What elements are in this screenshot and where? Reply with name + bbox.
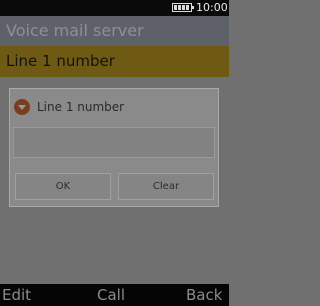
status-bar: 10:00 bbox=[0, 0, 229, 16]
list-item-line-1-number[interactable]: Line 1 number bbox=[0, 46, 229, 77]
clock: 10:00 bbox=[196, 1, 228, 14]
caret-down-icon bbox=[14, 99, 30, 115]
battery-icon bbox=[172, 3, 194, 12]
header: Voice mail server bbox=[0, 16, 229, 46]
line-number-input[interactable] bbox=[13, 127, 215, 158]
dialog-title: Line 1 number bbox=[37, 100, 125, 114]
edit-softkey[interactable]: Edit bbox=[2, 286, 31, 304]
page-title: Voice mail server bbox=[6, 21, 144, 40]
line-number-dialog: Line 1 number OK Clear bbox=[9, 88, 219, 207]
back-softkey[interactable]: Back bbox=[186, 286, 222, 304]
dialog-header: Line 1 number bbox=[10, 89, 218, 123]
clear-button[interactable]: Clear bbox=[118, 173, 214, 200]
call-softkey[interactable]: Call bbox=[97, 286, 125, 304]
list-item-label: Line 1 number bbox=[6, 52, 115, 70]
softkey-bar: Edit Call Back bbox=[0, 284, 229, 306]
ok-button[interactable]: OK bbox=[15, 173, 111, 200]
